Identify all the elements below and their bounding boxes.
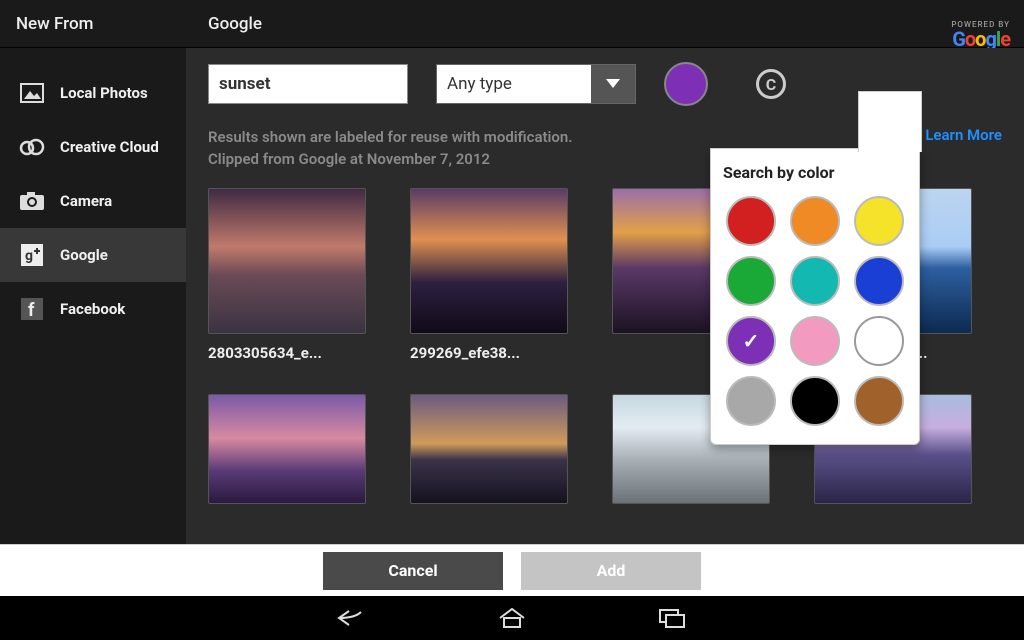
facebook-icon: f: [18, 295, 46, 323]
search-input[interactable]: [208, 64, 408, 104]
results-meta: Results shown are labeled for reuse with…: [208, 126, 573, 170]
sidebar-item-camera[interactable]: Camera: [0, 174, 186, 228]
sidebar-item-label: Local Photos: [60, 84, 148, 102]
results-meta-line1: Results shown are labeled for reuse with…: [208, 126, 573, 148]
sidebar-item-google[interactable]: g Google: [0, 228, 186, 282]
license-filter-button[interactable]: C: [756, 69, 786, 99]
header-left-title: New From: [0, 14, 186, 34]
nav-recent-button[interactable]: [652, 604, 692, 632]
google-icon: g: [18, 241, 46, 269]
powered-by-google: POWERED BY Google: [951, 20, 1010, 48]
sidebar-item-local-photos[interactable]: Local Photos: [0, 66, 186, 120]
sidebar-item-label: Camera: [60, 192, 112, 210]
type-select-value: Any type: [437, 74, 522, 94]
result-label: 299269_efe38...: [410, 344, 568, 364]
chevron-down-icon: [591, 65, 635, 103]
result-thumbnail[interactable]: [208, 394, 366, 504]
color-popover: Search by color: [710, 148, 920, 445]
sidebar-item-creative-cloud[interactable]: Creative Cloud: [0, 120, 186, 174]
color-popover-title: Search by color: [723, 163, 907, 182]
color-swatch-green[interactable]: [726, 256, 776, 306]
color-swatch-grid: [723, 196, 907, 426]
color-swatch-teal[interactable]: [790, 256, 840, 306]
header-right-title: Google: [208, 14, 262, 34]
color-swatch-blue[interactable]: [854, 256, 904, 306]
nav-home-button[interactable]: [492, 604, 532, 632]
result-thumbnail[interactable]: [208, 188, 366, 334]
color-swatch-yellow[interactable]: [854, 196, 904, 246]
creative-cloud-icon: [18, 133, 46, 161]
result-thumbnail[interactable]: [410, 394, 568, 504]
result-thumbnail[interactable]: [410, 188, 568, 334]
main-pane: Any type C Results shown are labeled for…: [186, 48, 1024, 544]
cancel-button[interactable]: Cancel: [323, 552, 503, 590]
header-bar: New From Google POWERED BY Google: [0, 0, 1024, 48]
color-swatch-purple[interactable]: [726, 316, 776, 366]
learn-more-link[interactable]: Learn More: [925, 126, 1002, 144]
color-swatch-brown[interactable]: [854, 376, 904, 426]
color-swatch-red[interactable]: [726, 196, 776, 246]
sidebar-item-label: Creative Cloud: [60, 138, 159, 156]
google-logo: Google: [951, 30, 1010, 48]
color-swatch-black[interactable]: [790, 376, 840, 426]
svg-text:f: f: [28, 300, 35, 320]
sidebar: Local Photos Creative Cloud Camera g Goo…: [0, 48, 186, 544]
color-swatch-white[interactable]: [854, 316, 904, 366]
sidebar-item-facebook[interactable]: f Facebook: [0, 282, 186, 336]
color-swatch-gray[interactable]: [726, 376, 776, 426]
results-meta-line2: Clipped from Google at November 7, 2012: [208, 148, 573, 170]
android-nav-bar: [0, 596, 1024, 640]
sidebar-item-label: Google: [60, 246, 108, 264]
color-swatch-orange[interactable]: [790, 196, 840, 246]
result-label: 2803305634_e...: [208, 344, 366, 364]
color-swatch-pink[interactable]: [790, 316, 840, 366]
image-icon: [18, 79, 46, 107]
action-bar: Cancel Add: [0, 544, 1024, 596]
add-button[interactable]: Add: [521, 552, 701, 590]
svg-text:g: g: [25, 248, 33, 264]
nav-back-button[interactable]: [332, 604, 372, 632]
color-filter-button[interactable]: [664, 62, 708, 106]
sidebar-item-label: Facebook: [60, 300, 125, 318]
type-select[interactable]: Any type: [436, 64, 636, 104]
camera-icon: [18, 187, 46, 215]
